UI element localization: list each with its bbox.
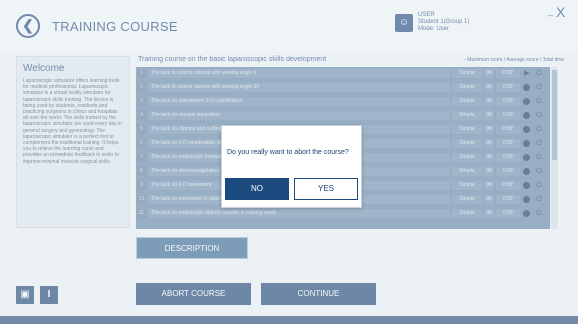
no-button[interactable]: NO [225,178,289,200]
dialog-message: Do you really want to abort the course? [227,149,349,156]
app-window: ❮ TRAINING COURSE ☺ USER Student 1(Group… [0,0,578,324]
confirm-dialog: Do you really want to abort the course? … [221,125,362,208]
yes-button[interactable]: YES [294,178,358,200]
